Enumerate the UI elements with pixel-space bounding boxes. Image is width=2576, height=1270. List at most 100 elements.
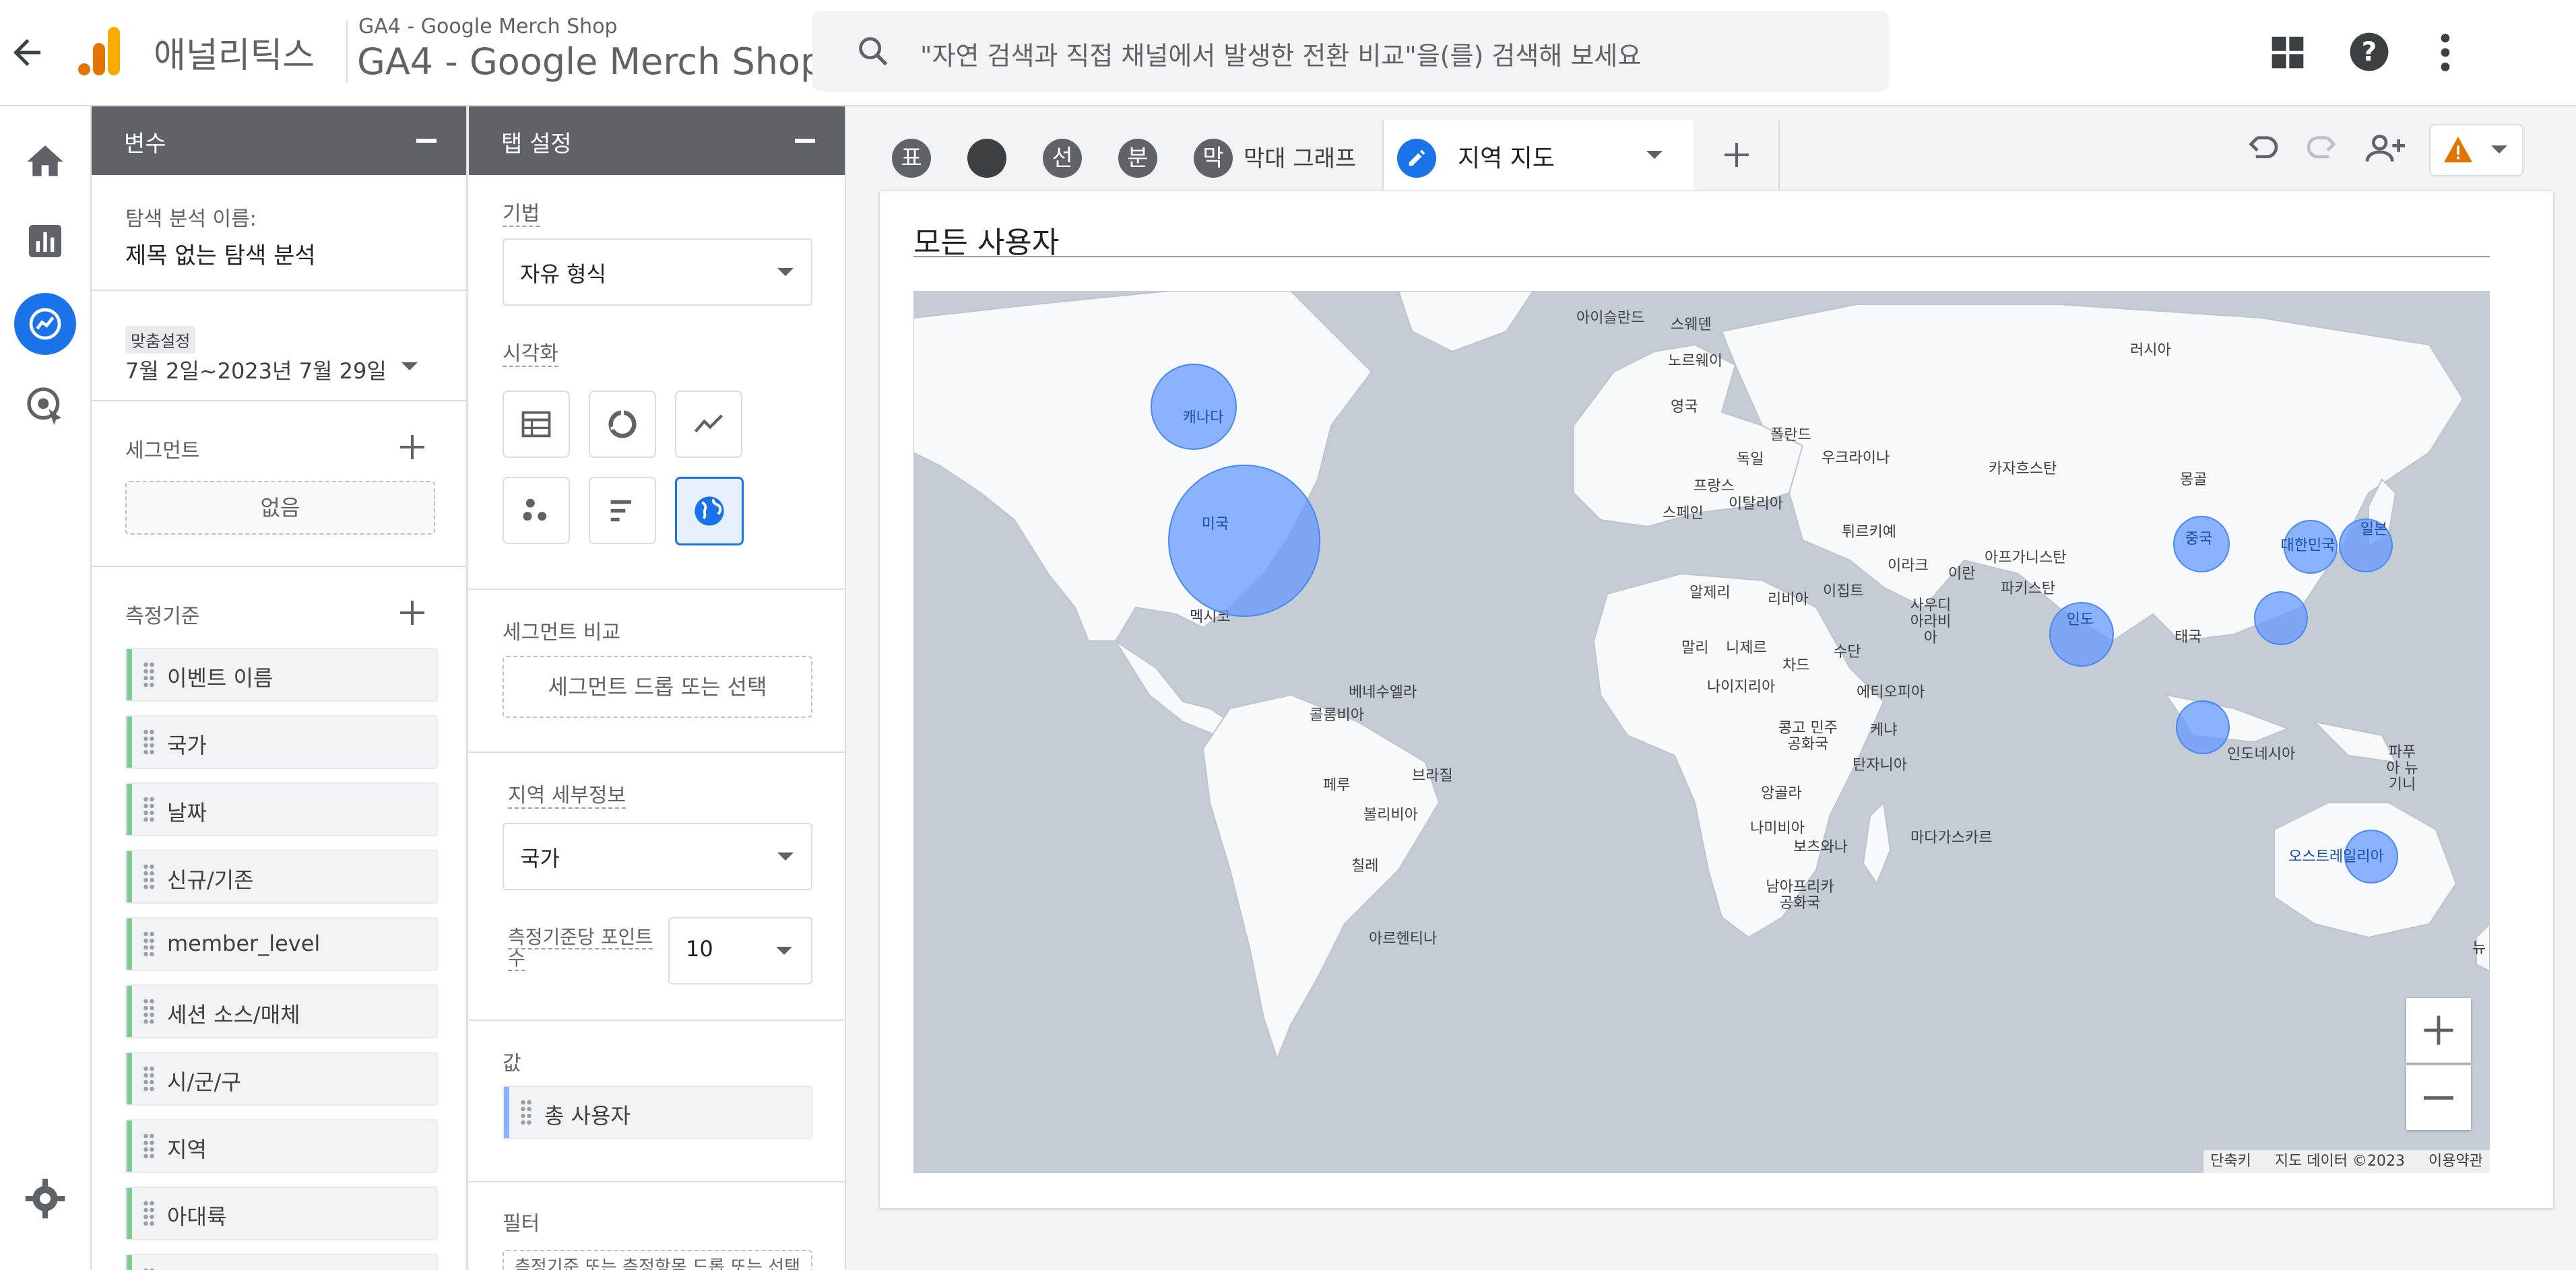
add-segment-icon[interactable]: [399, 434, 426, 461]
property-selector[interactable]: GA4 - Google Merch Shop: [357, 40, 823, 83]
viz-scatter-button[interactable]: [503, 477, 570, 544]
tab-geo-map-active[interactable]: 지역 지도: [1384, 120, 1694, 190]
explore-nav-button[interactable]: [14, 293, 76, 355]
map-terms-link[interactable]: 이용약관: [2428, 1153, 2483, 1170]
segment-compare-dropzone[interactable]: 세그먼트 드롭 또는 선택: [503, 656, 812, 718]
card-title-underline: [913, 256, 2490, 257]
geo-detail-dropdown-icon: [777, 853, 794, 861]
drag-handle-icon[interactable]: [143, 931, 155, 958]
variables-panel-header: 변수: [92, 106, 466, 175]
pencil-icon: [1409, 149, 1425, 166]
warnings-menu[interactable]: [2429, 124, 2523, 176]
map-label: 튀르키예: [1842, 524, 1896, 541]
home-icon[interactable]: [24, 140, 67, 183]
more-vert-icon[interactable]: [2432, 31, 2459, 74]
map-label: 나이지리아: [1707, 679, 1776, 696]
date-dropdown-icon[interactable]: [401, 362, 418, 370]
settings-gear-icon[interactable]: [24, 1177, 67, 1220]
dimension-chip[interactable]: 세션 소스/매체: [125, 984, 438, 1038]
viz-donut-button[interactable]: [589, 391, 656, 458]
dimension-color-bar: [127, 1121, 132, 1172]
help-icon[interactable]: ?: [2348, 31, 2390, 73]
map-bubble-singapore[interactable]: [2176, 700, 2230, 754]
map-label: 카자흐스탄: [1989, 461, 2057, 477]
share-people-icon[interactable]: [2363, 130, 2409, 168]
undo-icon[interactable]: [2243, 130, 2281, 168]
dimension-chip[interactable]: 지역: [125, 1119, 438, 1173]
drag-handle-icon[interactable]: [143, 1065, 155, 1092]
reports-icon[interactable]: [24, 220, 67, 263]
dimension-chip[interactable]: [125, 1254, 438, 1270]
drag-handle-icon[interactable]: [143, 1200, 155, 1227]
property-account-label[interactable]: GA4 - Google Merch Shop: [358, 15, 618, 38]
map-label: 아프가니스탄: [1985, 549, 2067, 566]
map-shortcuts-link[interactable]: 단축키: [2210, 1153, 2251, 1170]
drag-handle-icon[interactable]: [520, 1099, 532, 1126]
dimension-color-bar: [127, 986, 132, 1037]
tab-icon-label: 분: [1118, 139, 1157, 178]
geo-map[interactable]: 아이슬란드 스웨덴 노르웨이 러시아 영국 폴란드 독일 우크라이나 카자흐스탄…: [913, 291, 2490, 1173]
segments-empty[interactable]: 없음: [125, 481, 435, 535]
zoom-in-button[interactable]: [2406, 998, 2471, 1063]
map-bubble-taiwan[interactable]: [2254, 591, 2308, 645]
dimension-chip[interactable]: member_level: [125, 917, 438, 971]
map-bubble-usa[interactable]: [1168, 465, 1320, 617]
tab-line[interactable]: 선: [1029, 120, 1106, 190]
technique-dropdown-icon: [777, 268, 794, 276]
points-per-dimension-select[interactable]: 10: [668, 917, 812, 984]
map-label: 스페인: [1663, 505, 1704, 522]
geo-detail-select[interactable]: 국가: [503, 823, 812, 890]
warning-icon: [2443, 136, 2473, 163]
dimension-chip[interactable]: 신규/기존: [125, 850, 438, 904]
redo-icon[interactable]: [2304, 130, 2342, 168]
map-bubble-label: 미국: [1201, 516, 1229, 533]
drag-handle-icon[interactable]: [143, 1133, 155, 1160]
tab-menu-dropdown-icon[interactable]: [1646, 151, 1663, 159]
map-label: 독일: [1737, 451, 1764, 468]
left-nav-rail: [0, 106, 92, 1270]
technique-select[interactable]: 자유 형식: [503, 238, 812, 306]
drag-handle-icon[interactable]: [143, 1267, 155, 1270]
advertising-icon[interactable]: [24, 384, 67, 427]
drag-handle-icon[interactable]: [143, 661, 155, 688]
drag-handle-icon[interactable]: [143, 729, 155, 756]
card-title: 모든 사용자: [913, 226, 1060, 260]
map-label: 아이슬란드: [1576, 310, 1645, 327]
tab-scatter[interactable]: 분: [1105, 120, 1182, 190]
dimension-chip[interactable]: 시/군/구: [125, 1052, 438, 1106]
map-label: 인도네시아: [2227, 746, 2296, 763]
viz-table-button[interactable]: [503, 391, 570, 458]
tab-table[interactable]: 표: [878, 120, 955, 190]
viz-bar-button[interactable]: [589, 477, 656, 544]
viz-geo-map-button[interactable]: [675, 477, 744, 545]
zoom-out-button[interactable]: [2406, 1065, 2471, 1130]
drag-handle-icon[interactable]: [143, 796, 155, 823]
dimension-chip[interactable]: 날짜: [125, 782, 438, 836]
dimension-chip[interactable]: 이벤트 이름: [125, 648, 438, 702]
add-tab-button[interactable]: [1695, 120, 1780, 190]
dimension-color-bar: [127, 851, 132, 902]
analytics-logo-icon: [78, 27, 120, 75]
collapse-tab-settings-icon[interactable]: [795, 139, 815, 143]
viz-line-button[interactable]: [675, 391, 742, 458]
metric-chip[interactable]: 총 사용자: [503, 1085, 812, 1139]
tab-bar-chart[interactable]: 막 막대 그래프: [1180, 120, 1384, 190]
filter-dropzone[interactable]: 측정기준 또는 측정항목 드롭 또는 선택: [503, 1250, 812, 1270]
back-arrow-icon[interactable]: [7, 32, 47, 73]
collapse-variables-icon[interactable]: [416, 139, 437, 143]
tab-donut[interactable]: [954, 120, 1031, 190]
apps-grid-icon[interactable]: [2269, 34, 2307, 71]
dimension-chip[interactable]: 아대륙: [125, 1187, 438, 1240]
search-bar[interactable]: "자연 검색과 직접 채널에서 발생한 전환 비교"을(를) 검색해 보세요: [812, 11, 1889, 92]
dimension-label: 신규/기존: [167, 867, 254, 893]
exploration-name[interactable]: 제목 없는 탐색 분석: [125, 237, 316, 270]
drag-handle-icon[interactable]: [143, 998, 155, 1025]
dimension-chip[interactable]: 국가: [125, 715, 438, 769]
tab-bar-label: 막대 그래프: [1244, 145, 1357, 172]
edit-pencil-icon[interactable]: [1397, 139, 1436, 178]
add-dimension-icon[interactable]: [399, 599, 426, 626]
drag-handle-icon[interactable]: [143, 863, 155, 890]
date-range-picker[interactable]: 7월 2일~2023년 7월 29일: [125, 354, 387, 385]
dimension-label: 국가: [167, 733, 207, 758]
tab-settings-title: 탭 설정: [501, 131, 572, 158]
